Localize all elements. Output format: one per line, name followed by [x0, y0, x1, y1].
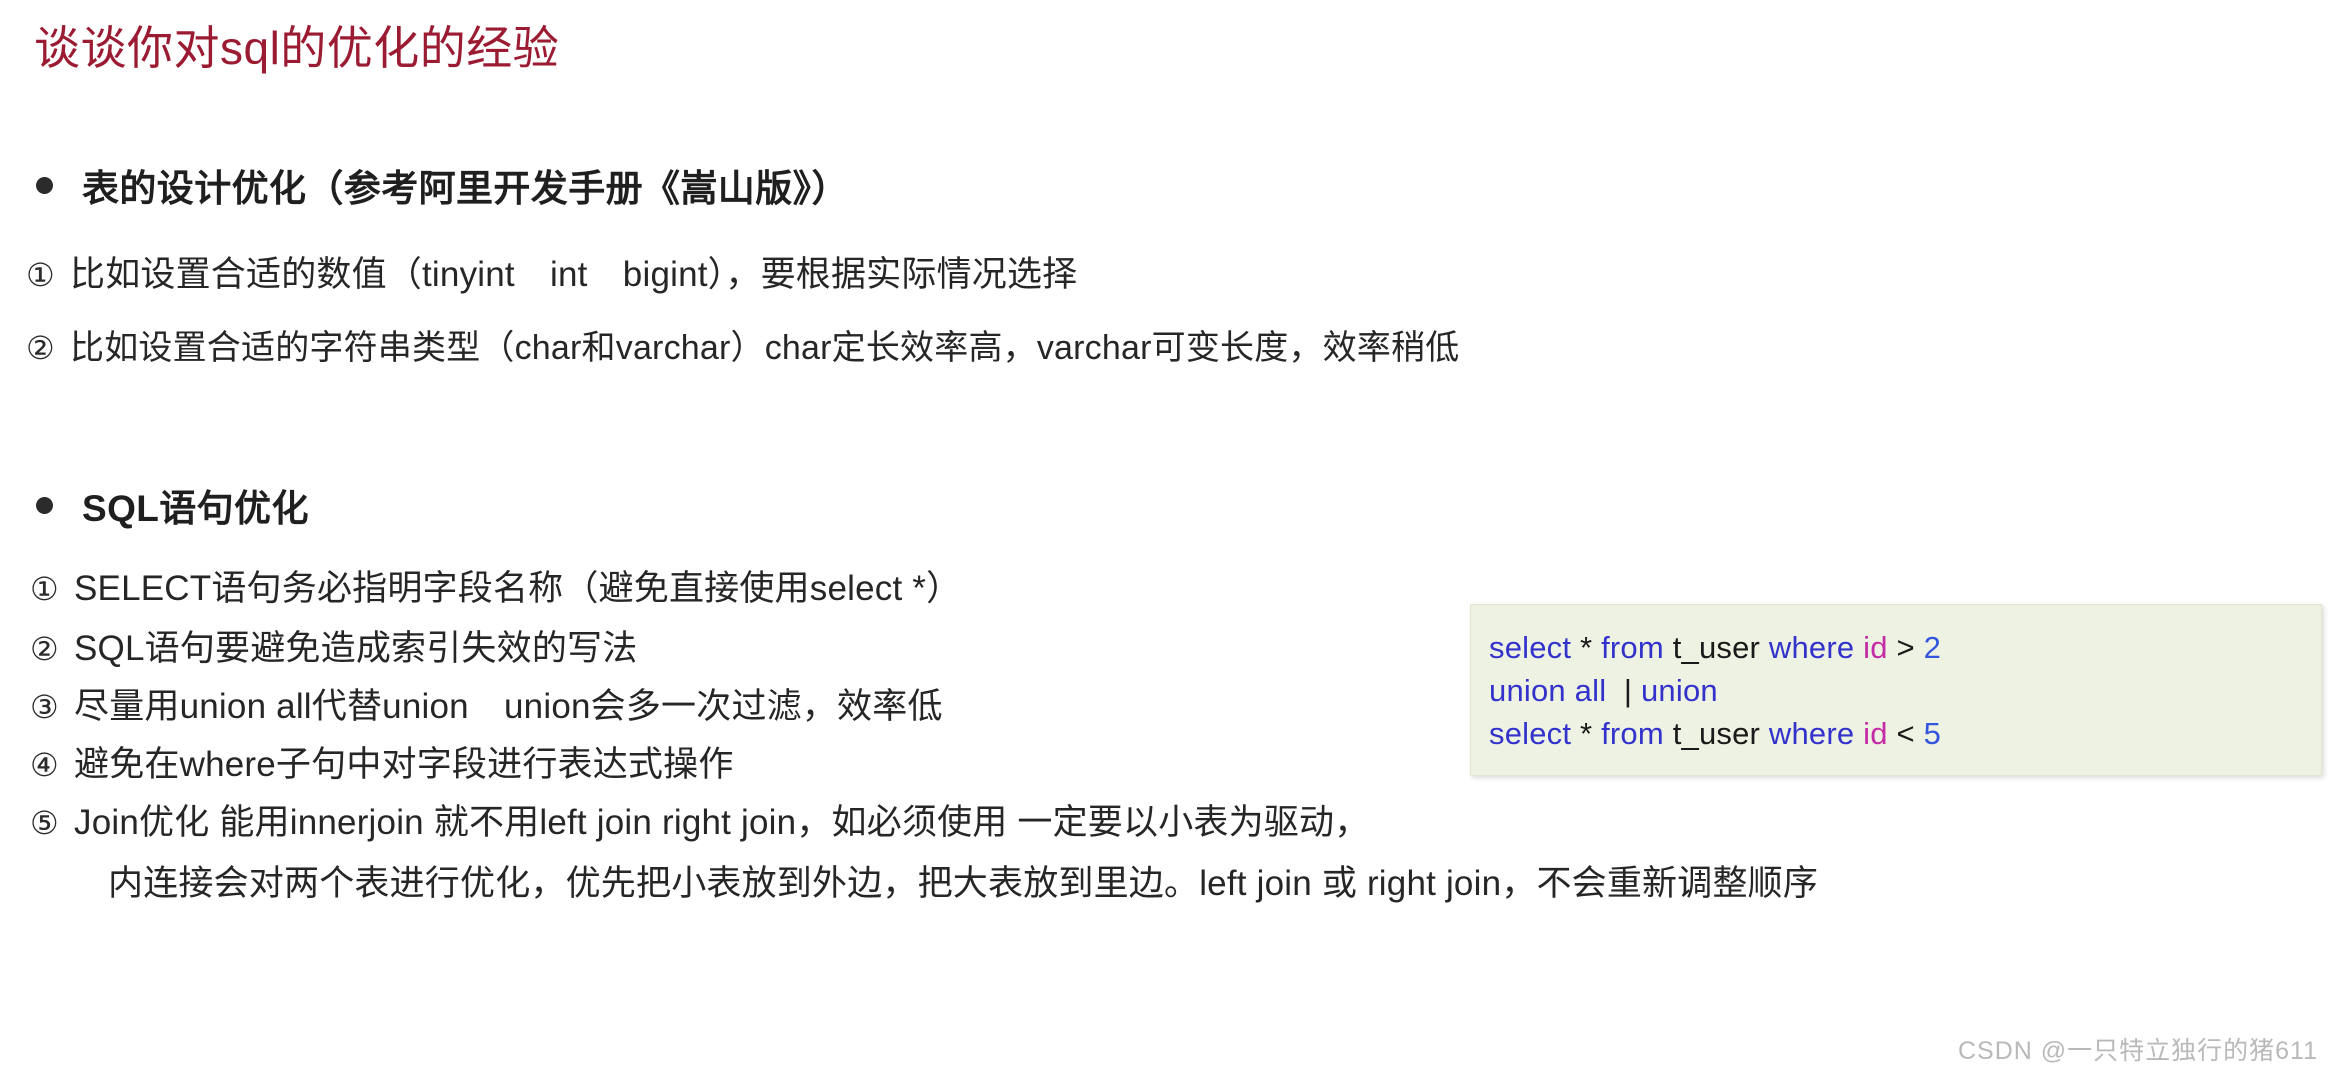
code-token-plain: t_user [1672, 715, 1769, 751]
list-item: ② SQL语句要避免造成索引失效的写法 [30, 620, 637, 671]
list-item-label: 尽量用union all代替union union会多一次过滤，效率低 [74, 687, 943, 726]
bullet-dot-icon [36, 176, 53, 194]
bullet-dot-icon [36, 496, 53, 514]
code-token-plain: t_user [1672, 630, 1769, 665]
list-item: ④ 避免在where子句中对字段进行表达式操作 [30, 736, 734, 787]
list-item-label: 比如设置合适的字符串类型（char和varchar）char定长效率高，varc… [70, 329, 1460, 367]
section-heading-table-design: 表的设计优化（参考阿里开发手册《嵩山版》） [36, 158, 849, 212]
code-token-plain: * [1580, 630, 1602, 665]
code-token-operator: > [1896, 630, 1924, 665]
code-token-keyword: from [1601, 715, 1673, 751]
list-marker: ④ [30, 747, 59, 783]
section-heading-sql-statement: SQL语句优化 [36, 478, 309, 532]
code-token-column: id [1863, 630, 1897, 665]
list-item-label: 避免在where子句中对字段进行表达式操作 [74, 745, 734, 784]
code-token-keyword: where [1768, 630, 1864, 665]
list-marker: ② [30, 631, 59, 667]
code-token-keyword: union all [1489, 672, 1616, 708]
watermark: CSDN @一只特立独行的猪611 [1957, 1037, 2318, 1065]
code-token-plain: * [1580, 715, 1602, 751]
code-token-operator: < [1896, 715, 1924, 751]
list-item: ⑤ Join优化 能用innerjoin 就不用left join right … [30, 794, 1369, 845]
page-title: 谈谈你对sql的优化的经验 [34, 22, 560, 74]
list-marker: ② [26, 330, 55, 366]
code-token-column: id [1863, 715, 1897, 751]
code-token-keyword: where [1768, 715, 1864, 751]
sql-code-callout: select * from t_user where id > 2 union … [1470, 604, 2322, 777]
code-token-plain: | [1615, 672, 1641, 708]
code-line: select * from t_user where id > 2 [1489, 627, 2303, 670]
list-item: ② 比如设置合适的字符串类型（char和varchar）char定长效率高，va… [26, 320, 1459, 369]
list-item-label: 比如设置合适的数值（tinyint int bigint），要根据实际情况选择 [70, 255, 1078, 294]
code-line: union all | union [1489, 670, 2303, 713]
code-line: select * from t_user where id < 5 [1489, 713, 2303, 756]
list-item: ① SELECT语句务必指明字段名称（避免直接使用select *） [30, 560, 961, 611]
list-marker: ⑤ [30, 805, 59, 841]
list-item: ③ 尽量用union all代替union union会多一次过滤，效率低 [30, 678, 943, 729]
code-token-keyword: union [1640, 672, 1718, 708]
list-item-label: SELECT语句务必指明字段名称（避免直接使用select *） [74, 569, 962, 608]
code-token-number: 2 [1923, 630, 1942, 665]
list-marker: ① [30, 571, 59, 607]
slide-page: 谈谈你对sql的优化的经验 表的设计优化（参考阿里开发手册《嵩山版》） ① 比如… [0, 0, 2336, 1073]
list-item: ① 比如设置合适的数值（tinyint int bigint），要根据实际情况选… [26, 246, 1077, 297]
list-item-label: Join优化 能用innerjoin 就不用left join right jo… [74, 803, 1370, 842]
code-token-number: 5 [1923, 715, 1942, 751]
section-heading-label: SQL语句优化 [82, 488, 309, 529]
code-token-keyword: from [1601, 630, 1673, 665]
code-token-keyword: select [1489, 715, 1580, 751]
list-item-label: SQL语句要避免造成索引失效的写法 [74, 629, 638, 668]
code-token-keyword: select [1489, 630, 1580, 665]
list-item-continuation: 内连接会对两个表进行优化，优先把小表放到外边，把大表放到里边。left join… [108, 864, 1819, 903]
list-marker: ① [26, 257, 55, 293]
list-marker: ③ [30, 689, 59, 725]
section-heading-label: 表的设计优化（参考阿里开发手册《嵩山版》） [82, 168, 849, 209]
